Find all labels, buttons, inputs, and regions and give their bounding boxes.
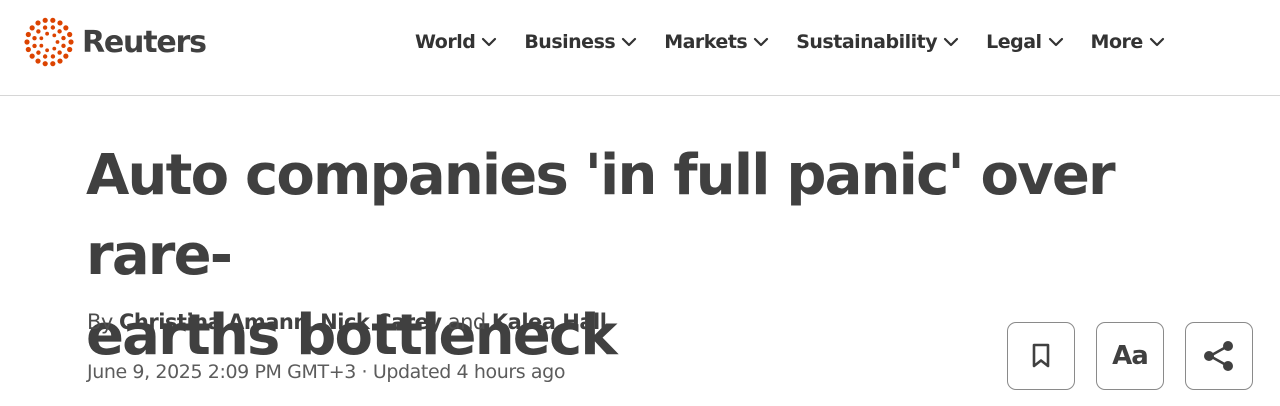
nav-item-label: Sustainability bbox=[796, 31, 938, 53]
author-link[interactable]: Kalea Hall bbox=[492, 310, 607, 334]
nav-item-label: Legal bbox=[986, 31, 1042, 53]
byline-separator: , bbox=[307, 310, 321, 334]
byline-prefix: By bbox=[87, 310, 120, 334]
reuters-logo-icon bbox=[24, 17, 74, 67]
nav-item-label: Markets bbox=[664, 31, 748, 53]
nav-item-label: Business bbox=[524, 31, 616, 53]
byline: By Christina Amann, Nick Carey and Kalea… bbox=[87, 310, 607, 334]
nav-item-legal[interactable]: Legal bbox=[986, 31, 1063, 53]
share-button[interactable] bbox=[1185, 322, 1253, 390]
logo-text: Reuters bbox=[82, 24, 207, 60]
nav-item-more[interactable]: More bbox=[1091, 31, 1165, 53]
font-size-button[interactable]: Aa bbox=[1096, 322, 1164, 390]
byline-conjunction: and bbox=[441, 310, 492, 334]
chevron-down-icon bbox=[754, 37, 769, 47]
reuters-logo[interactable]: Reuters bbox=[22, 14, 207, 70]
site-header: Reuters World Business Markets Sustainab… bbox=[0, 0, 1280, 96]
chevron-down-icon bbox=[1149, 37, 1164, 47]
nav-item-sustainability[interactable]: Sustainability bbox=[796, 31, 959, 53]
chevron-down-icon bbox=[622, 37, 637, 47]
bookmark-button[interactable] bbox=[1007, 322, 1075, 390]
author-link[interactable]: Christina Amann bbox=[119, 310, 308, 334]
author-link[interactable]: Nick Carey bbox=[320, 310, 442, 334]
article-dateline: June 9, 2025 2:09 PM GMT+3 · Updated 4 h… bbox=[87, 361, 566, 383]
chevron-down-icon bbox=[482, 37, 497, 47]
nav-item-label: World bbox=[415, 31, 476, 53]
chevron-down-icon bbox=[944, 37, 959, 47]
headline-line-1: Auto companies 'in full panic' over rare… bbox=[86, 143, 1116, 288]
bookmark-icon bbox=[1032, 343, 1050, 368]
nav-item-world[interactable]: World bbox=[415, 31, 497, 53]
nav-item-label: More bbox=[1090, 31, 1144, 53]
chevron-down-icon bbox=[1048, 37, 1063, 47]
font-size-label: Aa bbox=[1112, 341, 1149, 371]
main-nav: World Business Markets Sustainability Le… bbox=[415, 24, 1165, 60]
nav-item-business[interactable]: Business bbox=[524, 31, 637, 53]
share-icon bbox=[1204, 341, 1233, 371]
nav-item-markets[interactable]: Markets bbox=[664, 31, 769, 53]
